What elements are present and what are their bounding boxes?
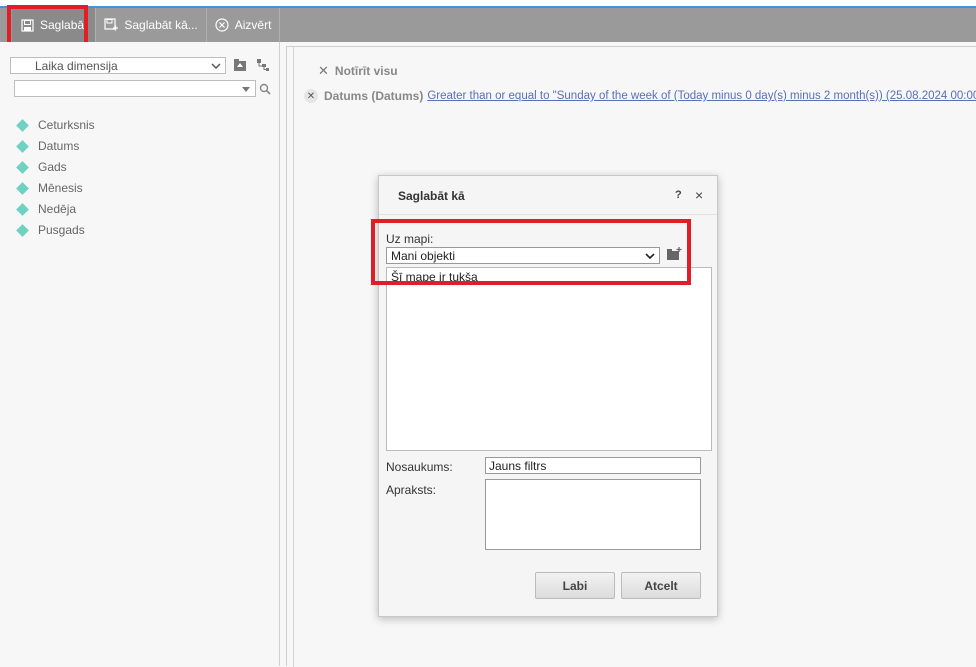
hierarchy-icon[interactable]: [256, 58, 270, 72]
dimension-select-value: Laika dimensija: [35, 58, 118, 73]
folder-select-value: Mani objekti: [391, 248, 456, 263]
dimension-icon: [16, 202, 29, 216]
save-icon: [20, 18, 34, 32]
cancel-button[interactable]: Atcelt: [621, 572, 701, 599]
tree-item-label: Ceturksnis: [38, 118, 95, 132]
chevron-down-icon: [645, 253, 655, 260]
tree-item-pusgads[interactable]: Pusgads: [16, 223, 85, 237]
tree-item-label: Nedēja: [38, 202, 77, 216]
save-as-dialog: Saglabāt kā ? × Uz mapi: Mani objekti Šī…: [378, 175, 718, 617]
dimension-icon: [16, 139, 29, 153]
close-icon: ✕: [318, 63, 329, 78]
dialog-divider: [379, 214, 717, 215]
filter-value-link[interactable]: Greater than or equal to "Sunday of the …: [427, 90, 976, 102]
search-icon[interactable]: [259, 83, 271, 95]
dialog-title: Saglabāt kā: [398, 189, 465, 203]
chevron-down-icon: [211, 63, 221, 70]
name-label: Nosaukums:: [386, 460, 453, 474]
clear-all-label: Notīrīt visu: [334, 64, 398, 78]
folder-label: Uz mapi:: [386, 232, 434, 246]
filter-select[interactable]: [14, 80, 256, 97]
empty-folder-text: Šī mape ir tukša: [391, 270, 478, 284]
remove-filter-icon[interactable]: ✕: [304, 89, 318, 103]
tree-item-ceturksnis[interactable]: Ceturksnis: [16, 118, 95, 132]
folder-up-icon[interactable]: [233, 58, 247, 72]
new-folder-icon[interactable]: [666, 246, 684, 262]
save-as-label: Saglabāt kā...: [124, 18, 198, 32]
filter-item: ✕ Datums (Datums) Greater than or equal …: [304, 89, 976, 103]
close-button[interactable]: Aizvērt: [207, 8, 281, 42]
dimension-icon: [16, 181, 29, 195]
dialog-close-icon[interactable]: ×: [695, 187, 703, 203]
save-as-button[interactable]: Saglabāt kā...: [96, 8, 207, 42]
left-panel: Laika dimensija Ceturksnis Datums Gads M…: [0, 42, 280, 666]
filter-name: Datums (Datums): [324, 89, 424, 103]
ok-button[interactable]: Labi: [535, 572, 615, 599]
tree-item-label: Pusgads: [38, 223, 85, 237]
description-label: Apraksts:: [386, 483, 437, 497]
tree-item-datums[interactable]: Datums: [16, 139, 79, 153]
save-button[interactable]: Saglabāt: [12, 8, 97, 42]
tree-item-menesis[interactable]: Mēnesis: [16, 181, 83, 195]
dimension-select[interactable]: Laika dimensija: [10, 57, 226, 74]
save-label: Saglabāt: [40, 18, 88, 32]
save-as-icon: [104, 18, 119, 32]
tree-item-label: Datums: [38, 139, 80, 153]
clear-all-button[interactable]: ✕ Notīrīt visu: [318, 63, 398, 79]
tree-item-gads[interactable]: Gads: [16, 160, 67, 174]
folder-content-list[interactable]: Šī mape ir tukša: [386, 267, 712, 451]
name-input[interactable]: Jauns filtrs: [485, 457, 701, 474]
folder-select[interactable]: Mani objekti: [386, 247, 660, 264]
tree-item-nedela[interactable]: Nedēja: [16, 202, 76, 216]
top-accent-line: [0, 0, 976, 8]
close-circle-icon: [215, 18, 229, 32]
help-icon[interactable]: ?: [675, 189, 682, 201]
dimension-icon: [16, 118, 29, 132]
close-label: Aizvērt: [234, 18, 272, 32]
toolbar: Saglabāt Saglabāt kā... Aizvērt: [0, 8, 976, 42]
dimension-icon: [16, 223, 29, 237]
tree-item-label: Gads: [38, 160, 67, 174]
description-textarea[interactable]: [485, 479, 701, 550]
tree-item-label: Mēnesis: [38, 181, 83, 195]
dimension-icon: [16, 160, 29, 174]
caret-down-icon: [242, 87, 250, 92]
